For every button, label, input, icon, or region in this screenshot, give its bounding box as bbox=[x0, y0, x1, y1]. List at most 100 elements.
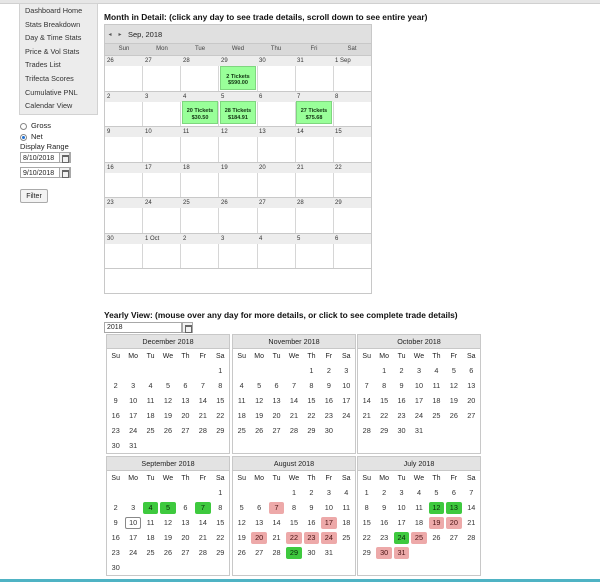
year-day[interactable]: 11 bbox=[234, 395, 249, 407]
day-number[interactable]: 24 bbox=[143, 198, 181, 208]
year-day[interactable]: 15 bbox=[213, 395, 228, 407]
year-day[interactable]: 13 bbox=[464, 380, 479, 392]
day-cell[interactable] bbox=[143, 66, 182, 91]
day-cell[interactable] bbox=[105, 66, 144, 91]
day-number[interactable]: 5 bbox=[295, 234, 333, 244]
year-day[interactable]: 13 bbox=[178, 395, 193, 407]
year-day[interactable]: 11 bbox=[143, 517, 158, 529]
day-cell[interactable] bbox=[296, 66, 334, 91]
year-day[interactable]: 16 bbox=[394, 395, 409, 407]
year-day[interactable]: 6 bbox=[178, 380, 193, 392]
day-number[interactable]: 1 Oct bbox=[143, 234, 181, 244]
year-day[interactable]: 9 bbox=[108, 395, 123, 407]
day-cell[interactable] bbox=[105, 208, 144, 233]
year-day-win[interactable]: 7 bbox=[195, 502, 211, 514]
day-cell[interactable] bbox=[143, 208, 182, 233]
year-day[interactable]: 2 bbox=[108, 380, 123, 392]
day-cell[interactable] bbox=[296, 137, 334, 162]
year-day[interactable]: 16 bbox=[321, 395, 336, 407]
year-day[interactable]: 29 bbox=[304, 425, 319, 437]
year-day[interactable]: 25 bbox=[234, 425, 249, 437]
year-day[interactable]: 14 bbox=[359, 395, 374, 407]
year-day[interactable]: 10 bbox=[321, 502, 336, 514]
day-cell[interactable] bbox=[258, 101, 296, 126]
day-number[interactable]: 28 bbox=[295, 198, 333, 208]
year-day[interactable]: 2 bbox=[304, 487, 319, 499]
year-day[interactable]: 21 bbox=[195, 532, 210, 544]
calendar-icon[interactable] bbox=[182, 322, 193, 333]
year-day[interactable]: 27 bbox=[178, 547, 193, 559]
year-day[interactable]: 14 bbox=[464, 502, 479, 514]
day-number[interactable]: 1 Sep bbox=[333, 56, 371, 66]
day-cell[interactable] bbox=[181, 243, 220, 268]
year-day[interactable]: 26 bbox=[234, 547, 249, 559]
day-number[interactable]: 3 bbox=[219, 234, 257, 244]
year-day[interactable]: 17 bbox=[411, 395, 426, 407]
sidebar-item-stats-breakdown[interactable]: Stats Breakdown bbox=[20, 18, 97, 32]
year-day[interactable]: 13 bbox=[269, 395, 284, 407]
day-number[interactable]: 6 bbox=[333, 234, 371, 244]
year-day[interactable]: 8 bbox=[213, 380, 228, 392]
year-day[interactable]: 16 bbox=[108, 410, 123, 422]
day-number[interactable]: 16 bbox=[105, 163, 143, 173]
year-day[interactable]: 8 bbox=[286, 502, 301, 514]
year-day[interactable]: 11 bbox=[411, 502, 426, 514]
year-day[interactable]: 1 bbox=[213, 365, 228, 377]
year-day[interactable]: 28 bbox=[195, 425, 210, 437]
year-day[interactable]: 12 bbox=[160, 517, 175, 529]
year-day[interactable]: 17 bbox=[339, 395, 354, 407]
day-cell[interactable] bbox=[334, 137, 371, 162]
year-day-loss[interactable]: 17 bbox=[321, 517, 337, 529]
year-day[interactable]: 6 bbox=[464, 365, 479, 377]
year-day[interactable]: 26 bbox=[160, 425, 175, 437]
year-day[interactable]: 13 bbox=[178, 517, 193, 529]
day-cell[interactable] bbox=[258, 66, 296, 91]
day-cell[interactable] bbox=[219, 137, 258, 162]
year-day[interactable]: 12 bbox=[234, 517, 249, 529]
year-day[interactable]: 19 bbox=[234, 532, 249, 544]
day-number[interactable]: 29 bbox=[333, 198, 371, 208]
year-day-win[interactable]: 29 bbox=[286, 547, 302, 559]
year-day-win[interactable]: 13 bbox=[446, 502, 462, 514]
year-day[interactable]: 31 bbox=[411, 425, 426, 437]
year-day[interactable]: 7 bbox=[195, 380, 210, 392]
year-day[interactable]: 6 bbox=[446, 487, 461, 499]
year-day[interactable]: 24 bbox=[125, 547, 140, 559]
year-day[interactable]: 16 bbox=[376, 517, 391, 529]
year-day[interactable]: 23 bbox=[394, 410, 409, 422]
year-day[interactable]: 11 bbox=[143, 395, 158, 407]
year-day[interactable]: 18 bbox=[429, 395, 444, 407]
day-number[interactable]: 11 bbox=[181, 127, 219, 137]
year-day[interactable]: 10 bbox=[411, 380, 426, 392]
year-day[interactable]: 8 bbox=[304, 380, 319, 392]
year-day[interactable]: 23 bbox=[376, 532, 391, 544]
year-day[interactable]: 13 bbox=[251, 517, 266, 529]
day-number[interactable]: 20 bbox=[257, 163, 295, 173]
year-day[interactable]: 21 bbox=[359, 410, 374, 422]
year-day[interactable]: 4 bbox=[339, 487, 354, 499]
year-day[interactable]: 3 bbox=[394, 487, 409, 499]
year-day-win[interactable]: 12 bbox=[428, 502, 445, 514]
day-cell[interactable] bbox=[296, 172, 334, 197]
year-day[interactable]: 2 bbox=[321, 365, 336, 377]
year-day[interactable]: 23 bbox=[108, 425, 123, 437]
day-cell[interactable] bbox=[296, 208, 334, 233]
year-day[interactable]: 27 bbox=[464, 410, 479, 422]
year-day[interactable]: 30 bbox=[394, 425, 409, 437]
year-day[interactable]: 27 bbox=[269, 425, 284, 437]
year-day[interactable]: 26 bbox=[446, 410, 461, 422]
year-day[interactable]: 9 bbox=[376, 502, 391, 514]
year-day[interactable]: 15 bbox=[304, 395, 319, 407]
year-day-win[interactable]: 5 bbox=[160, 502, 176, 514]
sidebar-item-dashboard-home[interactable]: Dashboard Home bbox=[20, 4, 97, 18]
day-cell[interactable] bbox=[181, 137, 220, 162]
day-number[interactable]: 4 bbox=[257, 234, 295, 244]
day-number[interactable]: 14 bbox=[295, 127, 333, 137]
year-day-loss[interactable]: 25 bbox=[411, 532, 427, 544]
year-day[interactable]: 5 bbox=[446, 365, 461, 377]
year-day[interactable]: 29 bbox=[213, 547, 228, 559]
year-day[interactable]: 18 bbox=[339, 517, 354, 529]
year-day[interactable]: 30 bbox=[108, 440, 123, 452]
year-day[interactable]: 22 bbox=[304, 410, 319, 422]
day-number[interactable]: 27 bbox=[143, 56, 181, 66]
